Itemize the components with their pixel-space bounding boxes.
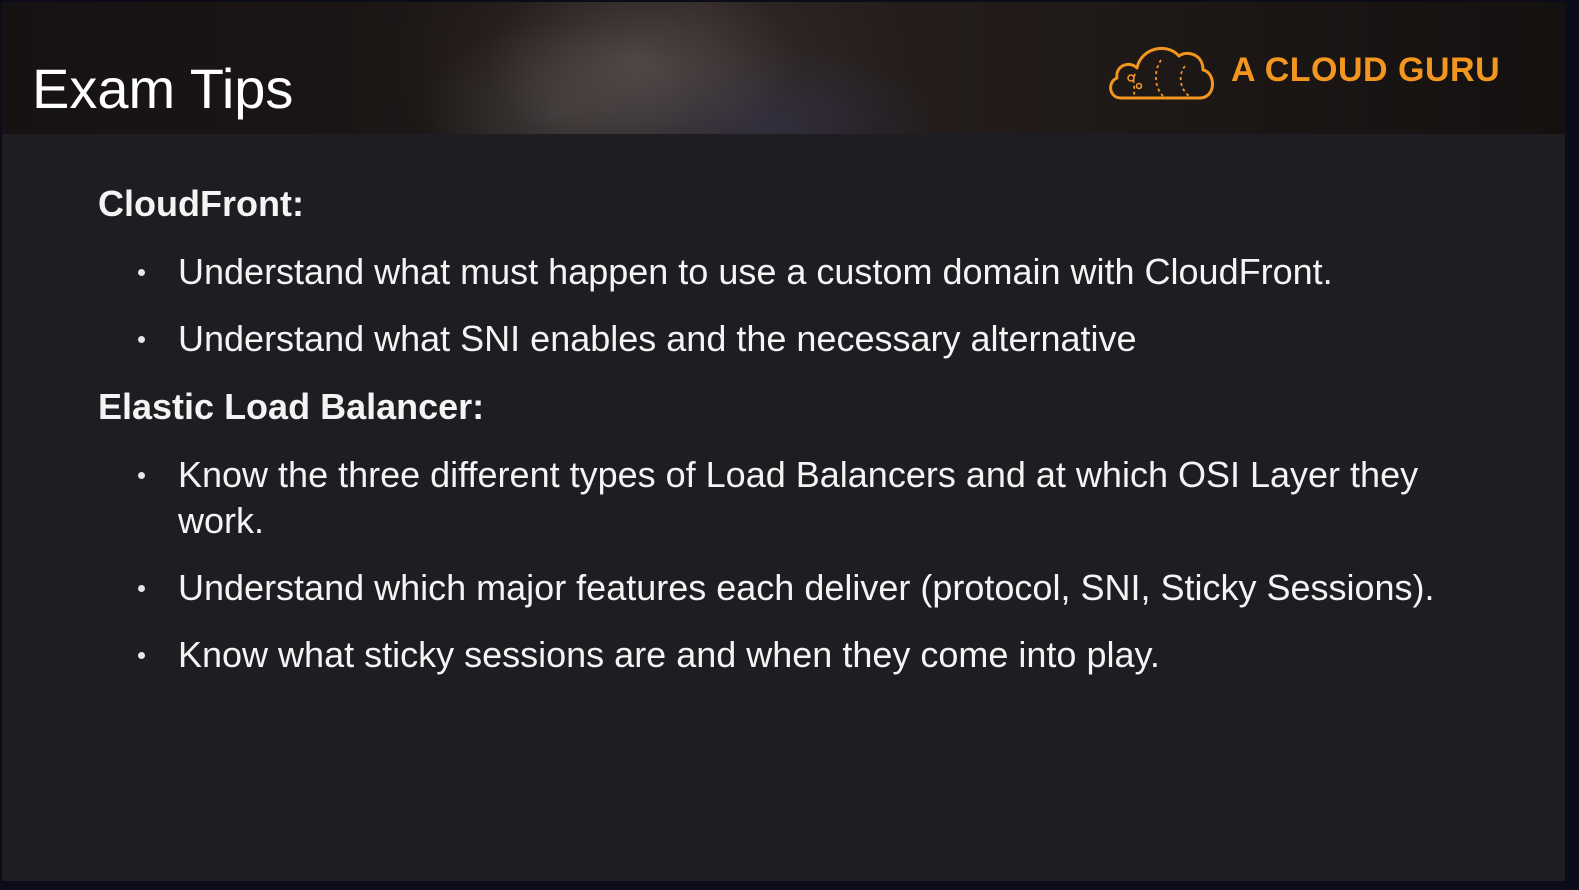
- slide-content: CloudFront: Understand what must happen …: [98, 180, 1498, 678]
- slide-title: Exam Tips: [32, 57, 294, 120]
- cloud-logo-icon: [1109, 46, 1214, 100]
- bullet-text: Understand what must happen to use a cus…: [178, 251, 1333, 292]
- bullet-item: Understand what SNI enables and the nece…: [98, 316, 1498, 362]
- section-title-elastic-load-balancer: Elastic Load Balancer:: [98, 386, 485, 427]
- bullet-dot-icon: [138, 269, 145, 276]
- bullet-dot-icon: [138, 472, 145, 479]
- bullet-item: Understand which major features each del…: [98, 565, 1498, 611]
- bullet-item: Know what sticky sessions are and when t…: [98, 632, 1498, 678]
- bullet-text: Understand what SNI enables and the nece…: [178, 318, 1137, 359]
- brand-name: A CLOUD GURU: [1231, 50, 1501, 89]
- cloudfront-bullet-list: Understand what must happen to use a cus…: [98, 249, 1498, 362]
- bullet-dot-icon: [138, 652, 145, 659]
- brand-logo: A CLOUD GURU: [1105, 38, 1500, 102]
- section-title-cloudfront: CloudFront:: [98, 183, 304, 224]
- slide-header: Exam Tips A CLOUD GURU: [2, 2, 1565, 134]
- bullet-dot-icon: [138, 585, 145, 592]
- bullet-text: Know the three different types of Load B…: [178, 454, 1419, 541]
- bullet-text: Understand which major features each del…: [178, 567, 1435, 608]
- bullet-dot-icon: [138, 336, 145, 343]
- bullet-text: Know what sticky sessions are and when t…: [178, 634, 1160, 675]
- slide: Exam Tips A CLOUD GURU CloudFront: Under…: [2, 2, 1565, 881]
- elb-bullet-list: Know the three different types of Load B…: [98, 452, 1498, 678]
- bullet-item: Know the three different types of Load B…: [98, 452, 1498, 544]
- bullet-item: Understand what must happen to use a cus…: [98, 249, 1498, 295]
